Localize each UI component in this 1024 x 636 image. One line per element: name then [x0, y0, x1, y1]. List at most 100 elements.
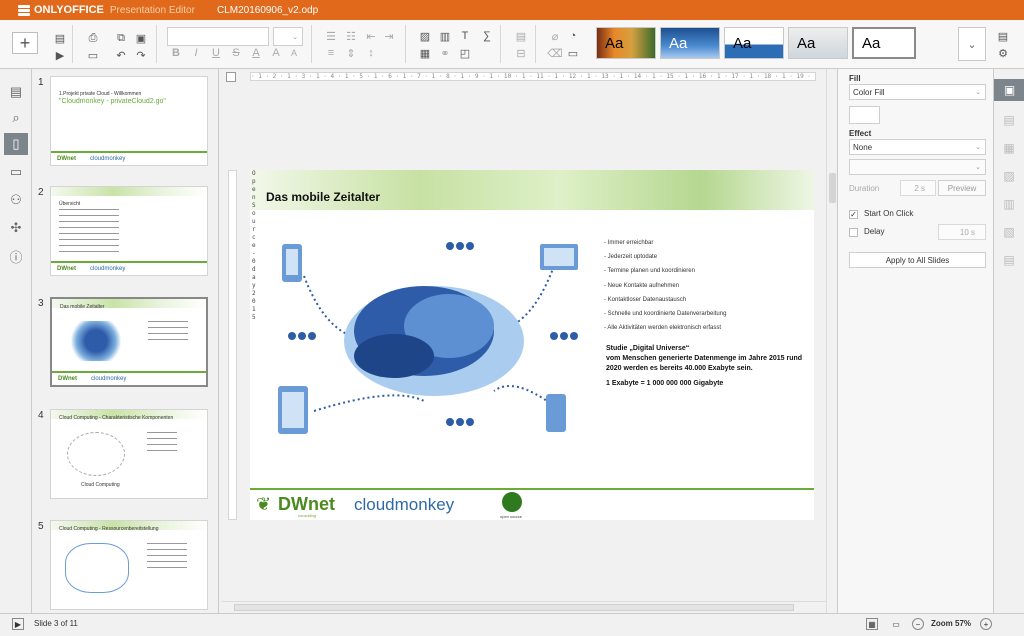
view-settings-icon[interactable]: ▤ [994, 28, 1012, 44]
color-scheme-icon[interactable]: ◔ [564, 28, 582, 44]
effect-type-select[interactable]: ⌄ [849, 159, 986, 175]
slide-thumbnail-4[interactable]: Cloud Computing - Charakteristische Komp… [50, 409, 208, 499]
tab-stop-selector[interactable] [226, 72, 236, 82]
theme-2[interactable]: Aa [660, 27, 720, 59]
italic-button[interactable]: I [187, 45, 205, 61]
duration-input[interactable]: 2 s [900, 180, 936, 196]
slide-thumbnail-2[interactable]: Übersicht DWnet cloudmonkey [50, 186, 208, 276]
strikethrough-button[interactable]: S [227, 45, 245, 61]
clear-style-icon[interactable]: ⌀ [546, 28, 564, 44]
slide-size-icon[interactable]: ▭ [564, 45, 582, 61]
fill-type-select[interactable]: Color Fill ⌄ [849, 84, 986, 100]
zoom-in-icon[interactable]: + [980, 618, 992, 630]
settings-gear-icon[interactable]: ⚙ [994, 45, 1012, 61]
dwnet-sub: consulting [298, 513, 317, 518]
paste-icon[interactable]: ▣ [132, 30, 150, 46]
fit-width-icon[interactable]: ▭ [890, 618, 902, 630]
copy-style-icon[interactable]: ⌫ [546, 45, 564, 61]
effect-select[interactable]: None ⌄ [849, 139, 986, 155]
decrease-indent-icon[interactable]: ⇤ [362, 28, 380, 44]
slide-title[interactable]: Das mobile Zeitalter [266, 190, 380, 204]
studie-text[interactable]: Studie „Digital Universe“ vom Menschen g… [606, 344, 802, 374]
zoom-out-icon[interactable]: − [912, 618, 924, 630]
comments-icon[interactable]: ▭ [7, 163, 25, 181]
dwnet-logo: DWnet [278, 494, 335, 514]
horizontal-scrollbar[interactable] [222, 601, 826, 613]
numbering-icon[interactable]: ☷ [342, 28, 360, 44]
apply-to-all-slides-button[interactable]: Apply to All Slides [849, 252, 986, 268]
shape-settings-icon[interactable]: ▥ [1000, 195, 1018, 213]
vertical-ruler[interactable] [228, 170, 237, 520]
underline-button[interactable]: U [207, 45, 225, 61]
add-slide-button[interactable]: + [12, 32, 38, 54]
arrange-icon[interactable]: ▤ [512, 28, 530, 44]
print-icon[interactable]: ⎙ [84, 30, 102, 46]
copy-icon[interactable]: ⧉ [112, 30, 130, 46]
increase-font-button[interactable]: A [267, 45, 285, 61]
paragraph-settings-icon[interactable]: ▤ [1000, 111, 1018, 129]
save-icon[interactable]: ▭ [84, 47, 102, 63]
insert-shape-icon[interactable]: ◰ [456, 45, 474, 61]
preview-button[interactable]: Preview [938, 180, 986, 196]
font-name-select[interactable] [167, 27, 269, 46]
chart-settings-icon[interactable]: ▧ [1000, 223, 1018, 241]
fit-slide-icon[interactable]: ▦ [866, 618, 878, 630]
fill-color-picker[interactable] [849, 106, 880, 124]
increase-indent-icon[interactable]: ⇥ [380, 28, 398, 44]
dwnet-leaf-icon: ❦ [256, 494, 272, 514]
align-left-icon[interactable]: ≡ [322, 45, 340, 61]
thumbnail-number: 5 [38, 521, 44, 532]
slide-thumbnail-5[interactable]: Cloud Computing - Ressourcenbereitstellu… [50, 520, 208, 610]
theme-gallery: Aa Aa Aa Aa Aa [596, 27, 987, 61]
themes-more-button[interactable]: ⌄ [958, 27, 986, 61]
insert-chart-icon[interactable]: ▥ [436, 28, 454, 44]
text-art-settings-icon[interactable]: ▤ [1000, 251, 1018, 269]
undo-icon[interactable]: ↶ [112, 47, 130, 63]
horizontal-ruler[interactable]: · 1 · 2 · 1 · 3 · 1 · 4 · 1 · 5 · 1 · 6 … [250, 72, 816, 81]
slide-thumbnail-1[interactable]: 1.Projekt private Cloud - Willkommen "Cl… [50, 76, 208, 166]
about-icon[interactable]: ⓘ [7, 247, 25, 265]
file-icon[interactable]: ▤ [7, 83, 25, 101]
redo-icon[interactable]: ↷ [132, 47, 150, 63]
font-size-select[interactable]: ⌄ [273, 27, 303, 46]
vertical-scrollbar[interactable] [826, 69, 837, 613]
bullet-list[interactable]: - Immer erreichbar - Jederzeit uptodate … [604, 236, 726, 335]
theme-1[interactable]: Aa [596, 27, 656, 59]
align-shape-icon[interactable]: ⊟ [512, 45, 530, 61]
bullets-icon[interactable]: ☰ [322, 28, 340, 44]
zoom-level: Zoom 57% [931, 619, 972, 628]
image-settings-icon[interactable]: ▨ [1000, 167, 1018, 185]
slides-panel-icon[interactable]: ▯ [4, 133, 28, 155]
thumbnail-number: 4 [38, 410, 44, 421]
vertical-align-icon[interactable]: ⇕ [342, 45, 360, 61]
start-on-click-checkbox[interactable]: ✓ [849, 210, 858, 219]
delay-input[interactable]: 10 s [938, 224, 986, 240]
slide-layout-icon[interactable]: ▤ [51, 30, 69, 46]
thumbnail-number: 2 [38, 187, 44, 198]
line-spacing-icon[interactable]: ↕ [362, 45, 380, 61]
slide-thumbnail-3-selected[interactable]: Das mobile Zeitalter DWnet cloudmonkey [50, 297, 208, 387]
open-source-logo-icon [502, 492, 522, 512]
chat-icon[interactable]: ⚇ [7, 191, 25, 209]
current-slide[interactable]: O p e n S o u r c e - 0 d a y 2 0 1 5 Da… [250, 170, 814, 520]
slide-settings-icon[interactable]: ▣ [994, 79, 1024, 101]
theme-5-selected[interactable]: Aa [852, 27, 916, 59]
theme-4[interactable]: Aa [788, 27, 848, 59]
bold-button[interactable]: B [167, 45, 185, 61]
plugins-icon[interactable]: ✣ [7, 219, 25, 237]
delay-checkbox[interactable] [849, 228, 858, 237]
insert-image-icon[interactable]: ▨ [416, 28, 434, 44]
app-logo: ONLYOFFICE [18, 4, 104, 16]
decrease-font-button[interactable]: A [285, 45, 303, 61]
font-color-button[interactable]: A [247, 45, 265, 61]
insert-textbox-icon[interactable]: T [456, 28, 474, 44]
start-slideshow-icon[interactable]: ▶ [51, 47, 69, 63]
search-icon[interactable]: ⌕ [7, 109, 25, 127]
insert-table-icon[interactable]: ▦ [416, 45, 434, 61]
exabyte-text[interactable]: 1 Exabyte = 1 000 000 000 Gigabyte [606, 380, 723, 387]
theme-3[interactable]: Aa [724, 27, 784, 59]
insert-link-icon[interactable]: ⚭ [436, 45, 454, 61]
table-settings-icon[interactable]: ▦ [1000, 139, 1018, 157]
insert-equation-icon[interactable]: ∑ [478, 28, 496, 44]
play-slideshow-icon[interactable]: ▶ [12, 618, 24, 630]
